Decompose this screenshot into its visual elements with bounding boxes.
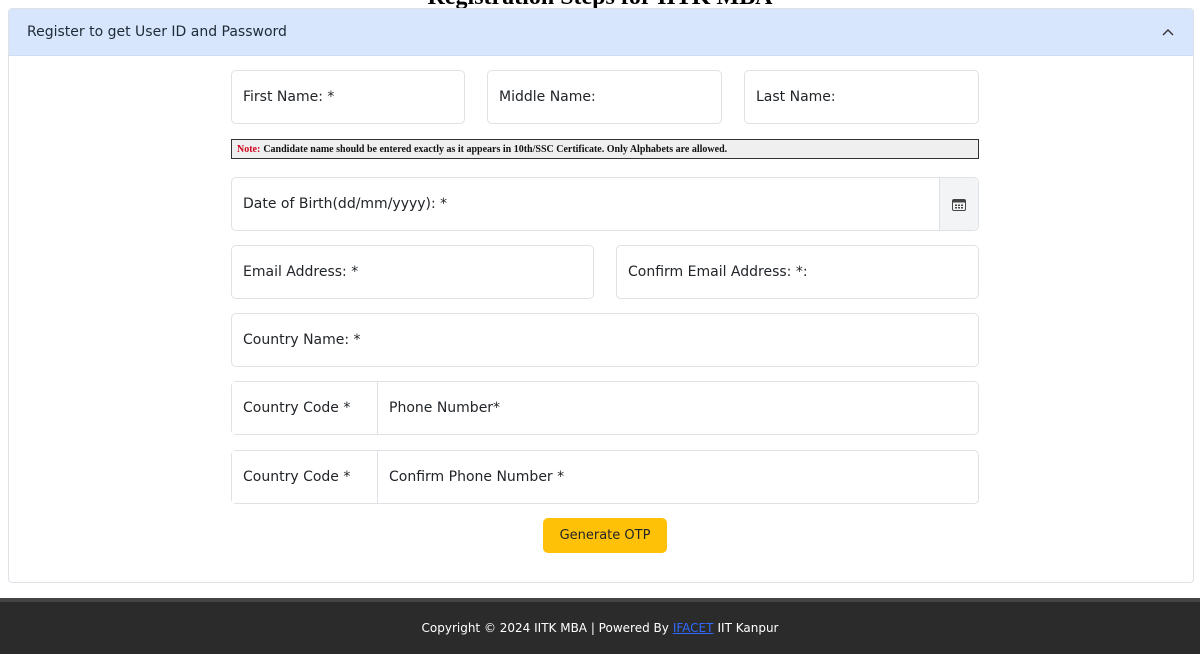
email-placeholder: Email Address: * <box>243 264 359 280</box>
first-name-field[interactable]: First Name: * <box>231 70 465 124</box>
footer: Copyright © 2024 IITK MBA | Powered By I… <box>0 598 1200 654</box>
confirm-phone-number-field[interactable]: Confirm Phone Number * <box>378 451 978 503</box>
footer-copyright: Copyright © 2024 IITK MBA | Powered By <box>421 621 669 635</box>
accordion-title: Register to get User ID and Password <box>27 24 287 40</box>
email-field[interactable]: Email Address: * <box>231 245 594 299</box>
confirm-email-field[interactable]: Confirm Email Address: *: <box>616 245 979 299</box>
calendar-icon[interactable] <box>939 178 978 230</box>
dob-placeholder: Date of Birth(dd/mm/yyyy): * <box>243 196 448 212</box>
country-code-label: Country Code * <box>243 400 351 416</box>
last-name-field[interactable]: Last Name: <box>744 70 979 124</box>
confirm-country-code-select[interactable]: Country Code * <box>232 451 378 503</box>
middle-name-placeholder: Middle Name: <box>499 89 596 105</box>
accordion-header[interactable]: Register to get User ID and Password <box>9 9 1193 56</box>
confirm-phone-group: Country Code * Confirm Phone Number * <box>231 450 979 504</box>
first-name-placeholder: First Name: * <box>243 89 335 105</box>
country-name-field[interactable]: Country Name: * <box>231 313 979 367</box>
middle-name-field[interactable]: Middle Name: <box>487 70 722 124</box>
phone-number-placeholder: Phone Number* <box>389 400 501 416</box>
confirm-phone-number-placeholder: Confirm Phone Number * <box>389 469 565 485</box>
confirm-email-placeholder: Confirm Email Address: *: <box>628 264 808 280</box>
note-label: Note: <box>237 143 261 155</box>
country-code-select[interactable]: Country Code * <box>232 382 378 434</box>
ifacet-link[interactable]: IFACET <box>673 621 714 635</box>
dob-field[interactable]: Date of Birth(dd/mm/yyyy): * <box>231 177 979 231</box>
confirm-country-code-label: Country Code * <box>243 469 351 485</box>
last-name-placeholder: Last Name: <box>756 89 836 105</box>
country-name-placeholder: Country Name: * <box>243 332 361 348</box>
phone-group: Country Code * Phone Number* <box>231 381 979 435</box>
footer-institute: IIT Kanpur <box>717 621 779 635</box>
name-note: Note: Candidate name should be entered e… <box>231 139 979 159</box>
note-text: Candidate name should be entered exactly… <box>263 143 728 155</box>
generate-otp-button[interactable]: Generate OTP <box>543 518 667 553</box>
chevron-up-icon[interactable] <box>1160 24 1176 40</box>
phone-number-field[interactable]: Phone Number* <box>378 382 978 434</box>
page-heading: Registration Steps for IITK MBA <box>0 0 1200 8</box>
